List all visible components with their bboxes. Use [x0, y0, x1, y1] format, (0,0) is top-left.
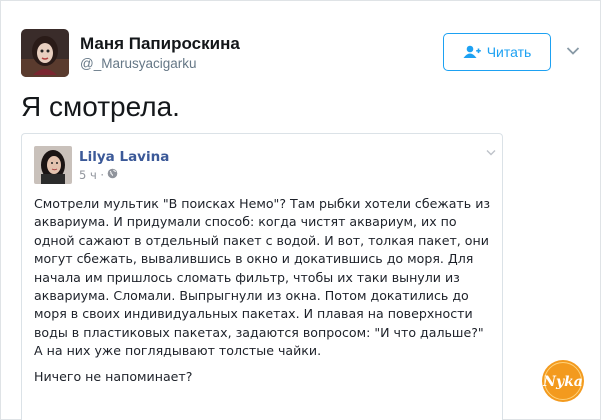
- text-line: аквариума. И придумали способ: когда чис…: [34, 214, 457, 230]
- author-avatar[interactable]: [21, 29, 69, 77]
- text-line: Ничего не напоминает?: [34, 368, 193, 384]
- author-name[interactable]: Маня Папироскина: [80, 34, 240, 54]
- logo-text: Nyka: [542, 374, 583, 390]
- text-line: аквариума. Сломали. Выпрыгнули из окна. …: [34, 288, 469, 304]
- text-line: могут сбежать, вывалившись в окно и дока…: [34, 251, 474, 267]
- quoted-author-name: Lilya Lavina: [79, 149, 170, 165]
- text-line: начала им пришлось сломать фильтр, чтобы…: [34, 269, 460, 285]
- author-handle[interactable]: @_Marusyacigarku: [80, 56, 197, 71]
- follow-button-label: Читать: [486, 44, 532, 60]
- follow-button[interactable]: Читать: [443, 33, 551, 71]
- quoted-post-time: 5 ч ·: [79, 168, 105, 182]
- text-line: моря в своих индивидуальных пакетах. И п…: [34, 306, 473, 322]
- quoted-post-meta: 5 ч ·: [79, 168, 118, 182]
- quoted-post: Lilya Lavina 5 ч · Смотрели мультик "В п…: [21, 133, 503, 420]
- site-logo: Nyka: [542, 360, 584, 402]
- tweet-text: Я смотрела.: [21, 91, 180, 122]
- text-line: Смотрели мультик "В поисках Немо"? Там р…: [34, 196, 491, 211]
- chevron-down-icon[interactable]: [566, 46, 580, 56]
- chevron-down-icon: [486, 150, 496, 156]
- add-person-icon: [463, 45, 481, 59]
- quoted-post-text: Смотрели мультик "В поисках Немо"? Там р…: [34, 195, 496, 386]
- quoted-author-avatar: [34, 146, 72, 184]
- text-line: воды в пластиковых пакетах, задаются воп…: [34, 324, 484, 340]
- text-line: А на них уже поглядывают толстые чайки.: [34, 343, 322, 359]
- globe-icon: [107, 168, 118, 182]
- text-line: одной сажают в отдельный пакет с водой. …: [34, 232, 489, 248]
